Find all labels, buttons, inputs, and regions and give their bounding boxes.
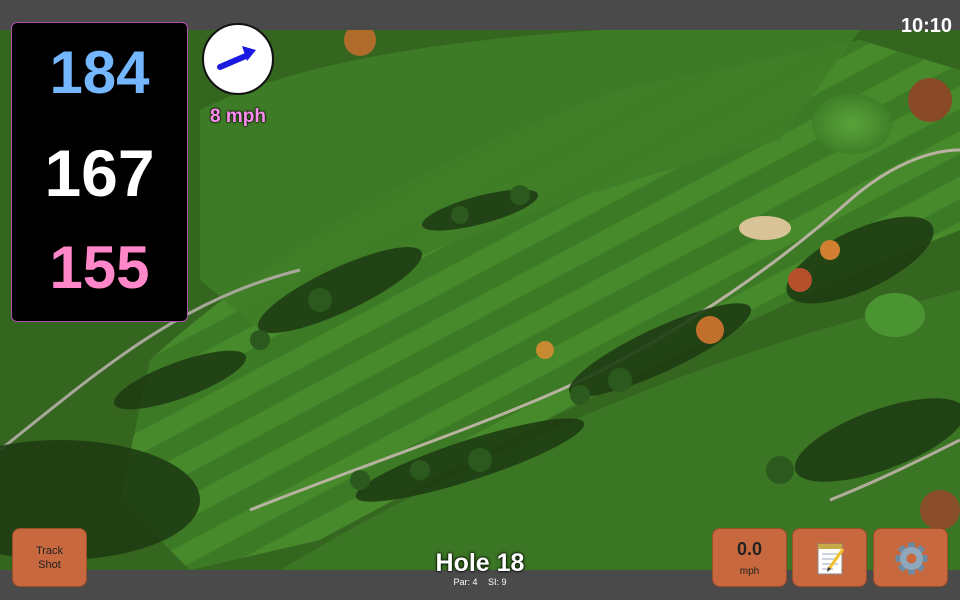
gear-icon	[895, 542, 928, 575]
arrow-icon	[217, 46, 256, 70]
center-distance: 167	[44, 136, 155, 210]
track-shot-label: Track Shot	[35, 544, 64, 571]
hole-par: Par: 4	[453, 577, 478, 587]
hole-title: Hole 18	[435, 549, 525, 577]
wind-speed-label: 8 mph	[210, 106, 266, 127]
settings-button[interactable]	[873, 528, 948, 587]
front-distance: 155	[49, 234, 150, 301]
speed-value: 0.0	[736, 539, 763, 559]
notepad-icon	[817, 543, 845, 575]
speed-button[interactable]: 0.0 mph	[712, 528, 787, 587]
track-shot-button[interactable]: Track Shot	[12, 528, 87, 587]
wind-direction-indicator	[202, 23, 274, 95]
speed-unit: mph	[739, 566, 760, 577]
distance-panel: 184 167 155	[11, 22, 188, 322]
hole-meta: Par: 4 SI: 9	[380, 577, 580, 587]
hole-stroke-index: SI: 9	[488, 577, 507, 587]
status-clock: 10:10	[900, 15, 952, 37]
notes-button[interactable]	[792, 528, 867, 587]
back-distance: 184	[49, 39, 150, 106]
